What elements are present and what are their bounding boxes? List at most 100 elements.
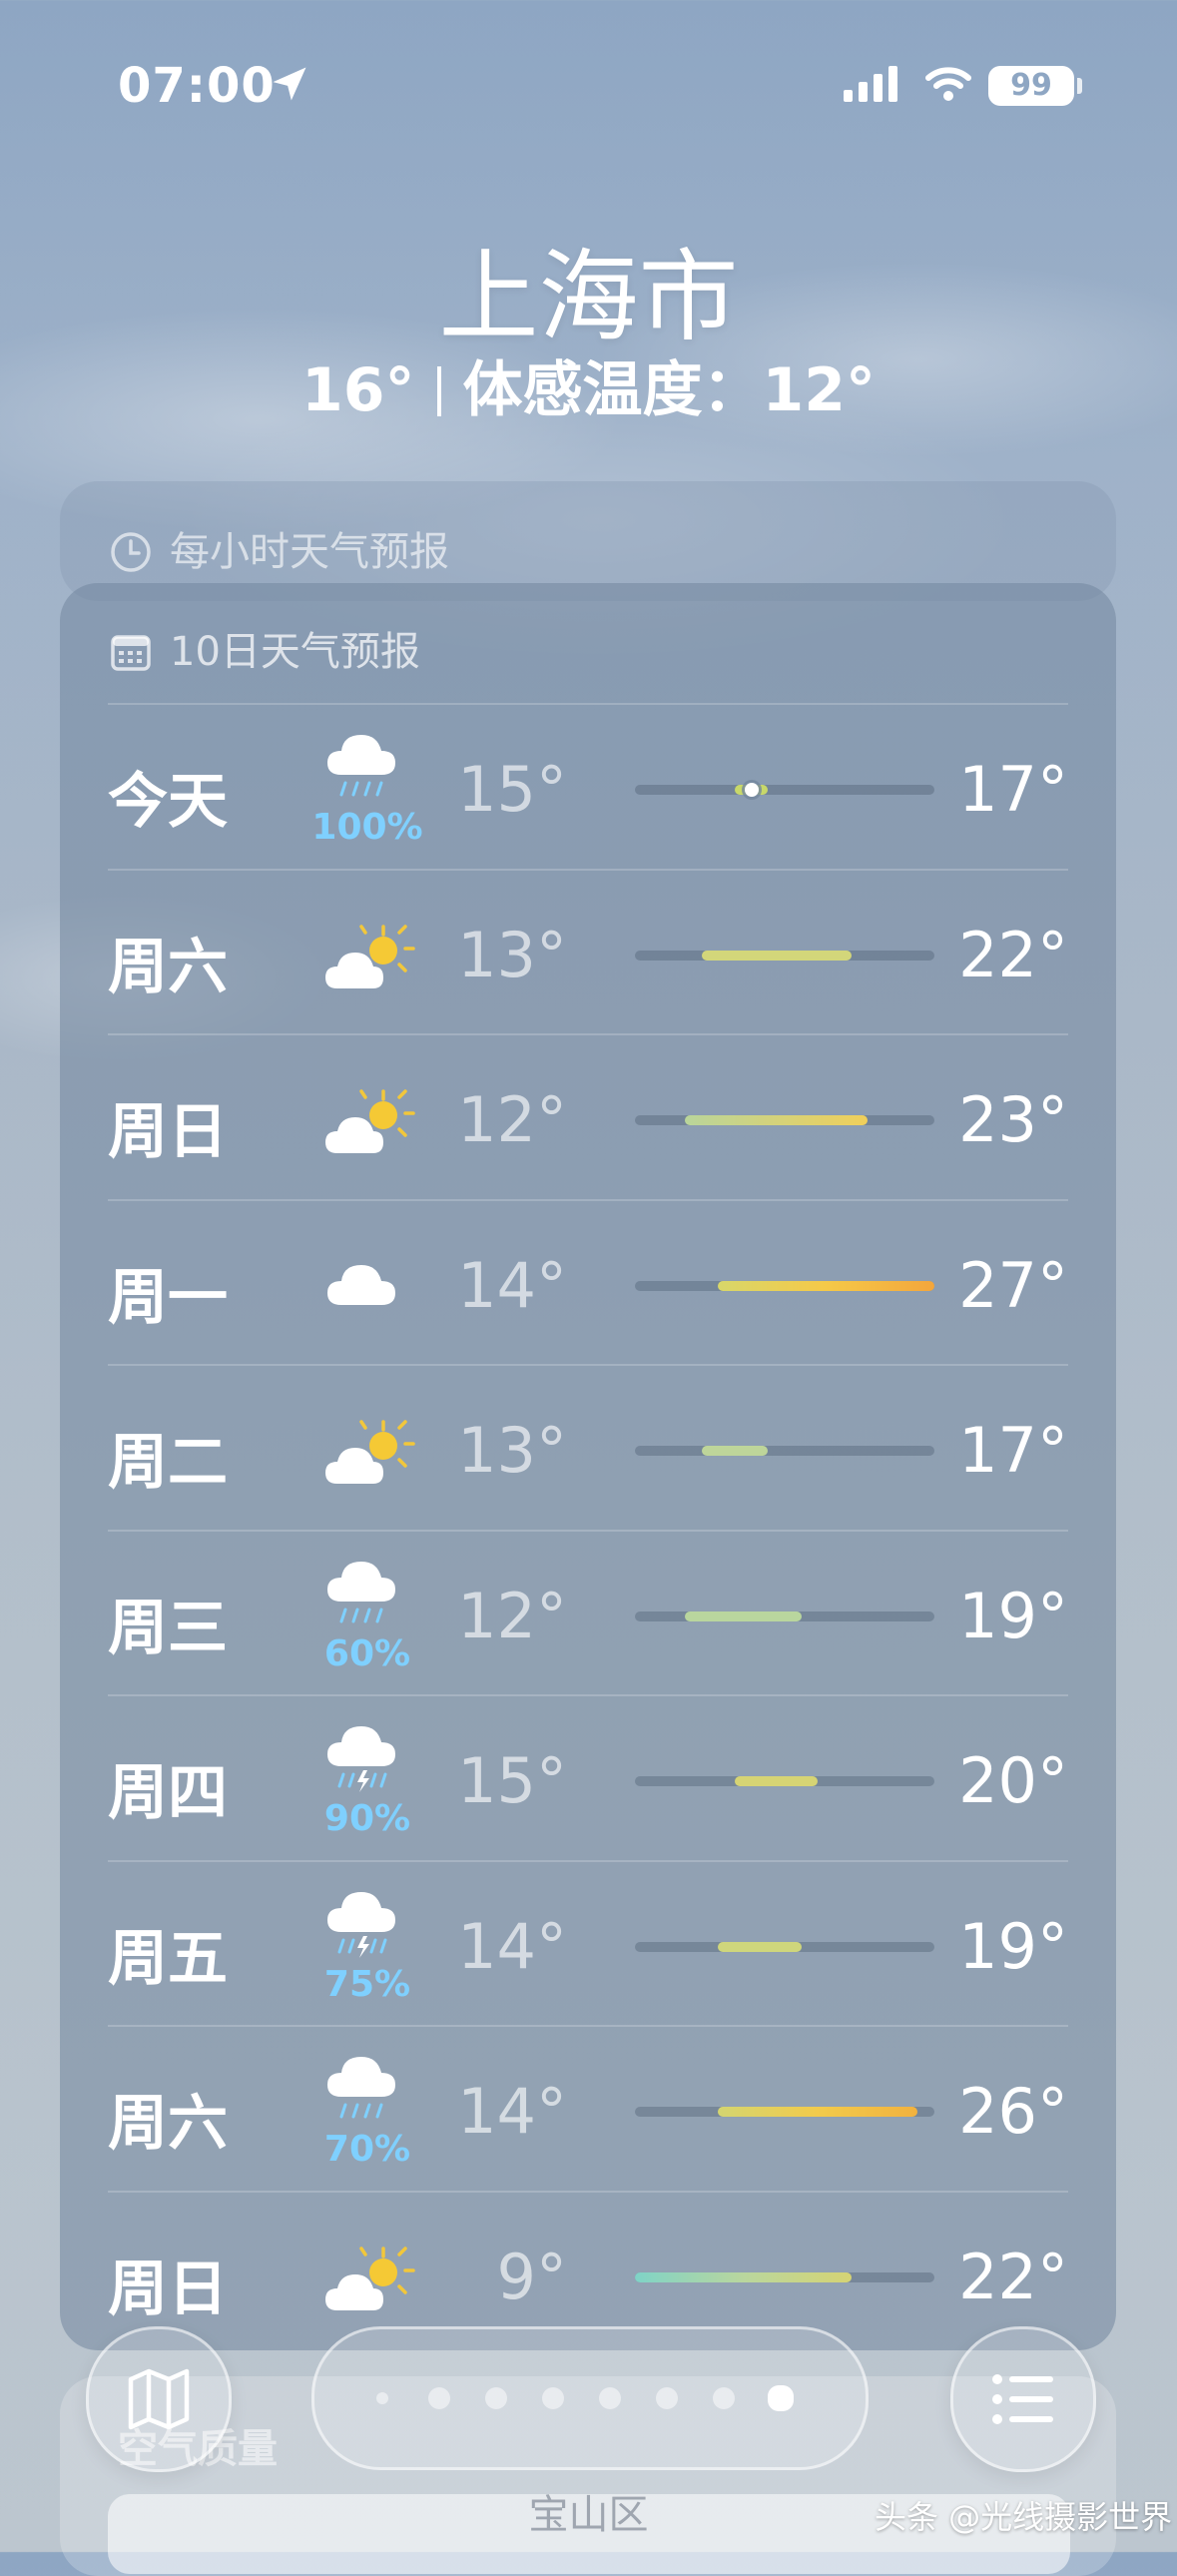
page-dot[interactable] bbox=[656, 2387, 678, 2409]
temp-range-bar bbox=[718, 1280, 934, 1291]
page-dot-active[interactable] bbox=[768, 2385, 794, 2411]
precipitation-chance: 100% bbox=[311, 807, 423, 848]
forecast-day: 周日 bbox=[108, 1097, 228, 1167]
forecast-row[interactable]: 周四 90% 15° 20° bbox=[108, 1694, 1068, 1861]
page-dot[interactable] bbox=[599, 2387, 621, 2409]
forecast-day: 周六 bbox=[108, 2089, 228, 2159]
forecast-day: 今天 bbox=[108, 767, 228, 837]
forecast-row[interactable]: 周三 60% 12° 19° bbox=[108, 1529, 1068, 1696]
low-temp: 9° bbox=[496, 2240, 567, 2313]
high-temp: 23° bbox=[958, 1083, 1068, 1156]
current-conditions: 16° 体感温度：12° bbox=[0, 341, 1177, 428]
thunderstorm-icon bbox=[321, 1714, 401, 1798]
rain-cloud-icon bbox=[321, 723, 401, 807]
precipitation-chance: 90% bbox=[323, 1798, 411, 1839]
map-button[interactable] bbox=[86, 2326, 232, 2472]
forecast-day: 周一 bbox=[108, 1262, 228, 1333]
forecast-row[interactable]: 周日 12° 23° bbox=[108, 1033, 1068, 1200]
temp-range-track bbox=[635, 1776, 934, 1786]
temp-range-track bbox=[635, 2107, 934, 2117]
clock-icon bbox=[111, 532, 151, 572]
forecast-day: 周四 bbox=[108, 1758, 228, 1828]
high-temp: 19° bbox=[958, 1579, 1068, 1652]
low-temp: 14° bbox=[457, 1248, 567, 1322]
low-temp: 14° bbox=[457, 2075, 567, 2148]
low-temp: 15° bbox=[457, 753, 567, 826]
temp-range-track bbox=[635, 1115, 934, 1125]
forecast-row[interactable]: 今天 100% 15° 17° bbox=[108, 703, 1068, 870]
list-icon bbox=[992, 2374, 1053, 2424]
high-temp: 19° bbox=[958, 1909, 1068, 1983]
battery-icon: 99 bbox=[988, 66, 1074, 106]
temp-range-bar bbox=[701, 1446, 769, 1456]
feels-like: 体感温度：12° bbox=[462, 355, 877, 425]
thunderstorm-icon bbox=[321, 1880, 401, 1964]
map-icon bbox=[128, 2368, 190, 2430]
temp-range-track bbox=[635, 1280, 934, 1291]
page-dot[interactable] bbox=[485, 2387, 507, 2409]
temp-range-track bbox=[635, 1610, 934, 1621]
forecast-row[interactable]: 周六 13° 22° bbox=[108, 868, 1068, 1035]
high-temp: 27° bbox=[958, 1248, 1068, 1322]
page-dot[interactable] bbox=[713, 2387, 735, 2409]
ten-day-forecast-title: 10日天气预报 bbox=[170, 629, 420, 675]
temp-range-track bbox=[635, 950, 934, 961]
ten-day-forecast-card[interactable]: 10日天气预报 今天 100% 15° 17° 周六 13° 22° 周日 12° 23° 周一 14… bbox=[60, 583, 1116, 2350]
precipitation-chance: 60% bbox=[323, 1632, 411, 1674]
high-temp: 26° bbox=[958, 2075, 1068, 2148]
precipitation-chance: 70% bbox=[323, 2129, 411, 2170]
hourly-forecast-title: 每小时天气预报 bbox=[170, 529, 449, 575]
forecast-row[interactable]: 周六 70% 14° 26° bbox=[108, 2025, 1068, 2192]
low-temp: 15° bbox=[457, 1744, 567, 1817]
cellular-signal-icon bbox=[844, 66, 897, 102]
partly-sunny-icon bbox=[321, 1418, 417, 1498]
temp-range-track bbox=[635, 2271, 934, 2282]
temp-range-bar bbox=[685, 1115, 869, 1125]
page-dot[interactable] bbox=[542, 2387, 564, 2409]
forecast-row[interactable]: 周二 13° 17° bbox=[108, 1364, 1068, 1531]
location-list-button[interactable] bbox=[950, 2326, 1096, 2472]
rain-cloud-icon bbox=[321, 1550, 401, 1633]
divider bbox=[436, 366, 441, 416]
high-temp: 17° bbox=[958, 1414, 1068, 1487]
forecast-day: 周日 bbox=[108, 2254, 228, 2324]
high-temp: 22° bbox=[958, 918, 1068, 991]
high-temp: 17° bbox=[958, 753, 1068, 826]
temp-range-track bbox=[635, 1446, 934, 1456]
temp-range-bar bbox=[685, 1610, 802, 1621]
low-temp: 12° bbox=[457, 1579, 567, 1652]
low-temp: 14° bbox=[457, 1909, 567, 1983]
temp-range-bar bbox=[701, 950, 852, 961]
forecast-day: 周六 bbox=[108, 932, 228, 1002]
high-temp: 22° bbox=[958, 2240, 1068, 2313]
temp-range-bar bbox=[735, 1776, 819, 1786]
high-temp: 20° bbox=[958, 1744, 1068, 1817]
forecast-day: 周二 bbox=[108, 1428, 228, 1498]
forecast-row[interactable]: 周五 75% 14° 19° bbox=[108, 1859, 1068, 2027]
calendar-icon bbox=[111, 635, 151, 671]
partly-sunny-icon bbox=[321, 923, 417, 1002]
page-dot[interactable] bbox=[428, 2387, 450, 2409]
temp-range-bar bbox=[718, 1941, 802, 1952]
battery-cap bbox=[1077, 78, 1082, 94]
forecast-day: 周五 bbox=[108, 1923, 228, 1994]
location-arrow-icon bbox=[273, 67, 306, 101]
watermark: 头条 @光线摄影世界 bbox=[875, 2498, 1173, 2536]
current-temp-marker bbox=[744, 783, 759, 797]
hourly-forecast-header: 每小时天气预报 bbox=[110, 519, 449, 577]
low-temp: 13° bbox=[457, 918, 567, 991]
temp-range-track bbox=[635, 783, 934, 797]
current-temp: 16° bbox=[301, 355, 415, 425]
forecast-row[interactable]: 周一 14° 27° bbox=[108, 1198, 1068, 1366]
city-name: 上海市 bbox=[438, 239, 739, 355]
page-indicator[interactable] bbox=[311, 2326, 869, 2470]
page-dot[interactable] bbox=[376, 2392, 388, 2404]
temp-range-track bbox=[635, 1941, 934, 1952]
cloud-icon bbox=[321, 1253, 401, 1321]
partly-sunny-icon bbox=[321, 2245, 417, 2324]
wifi-icon bbox=[925, 67, 971, 101]
precipitation-chance: 75% bbox=[323, 1963, 411, 2005]
forecast-day: 周三 bbox=[108, 1593, 228, 1663]
status-time: 07:00 bbox=[118, 58, 276, 114]
temp-range-bar bbox=[718, 2107, 918, 2117]
